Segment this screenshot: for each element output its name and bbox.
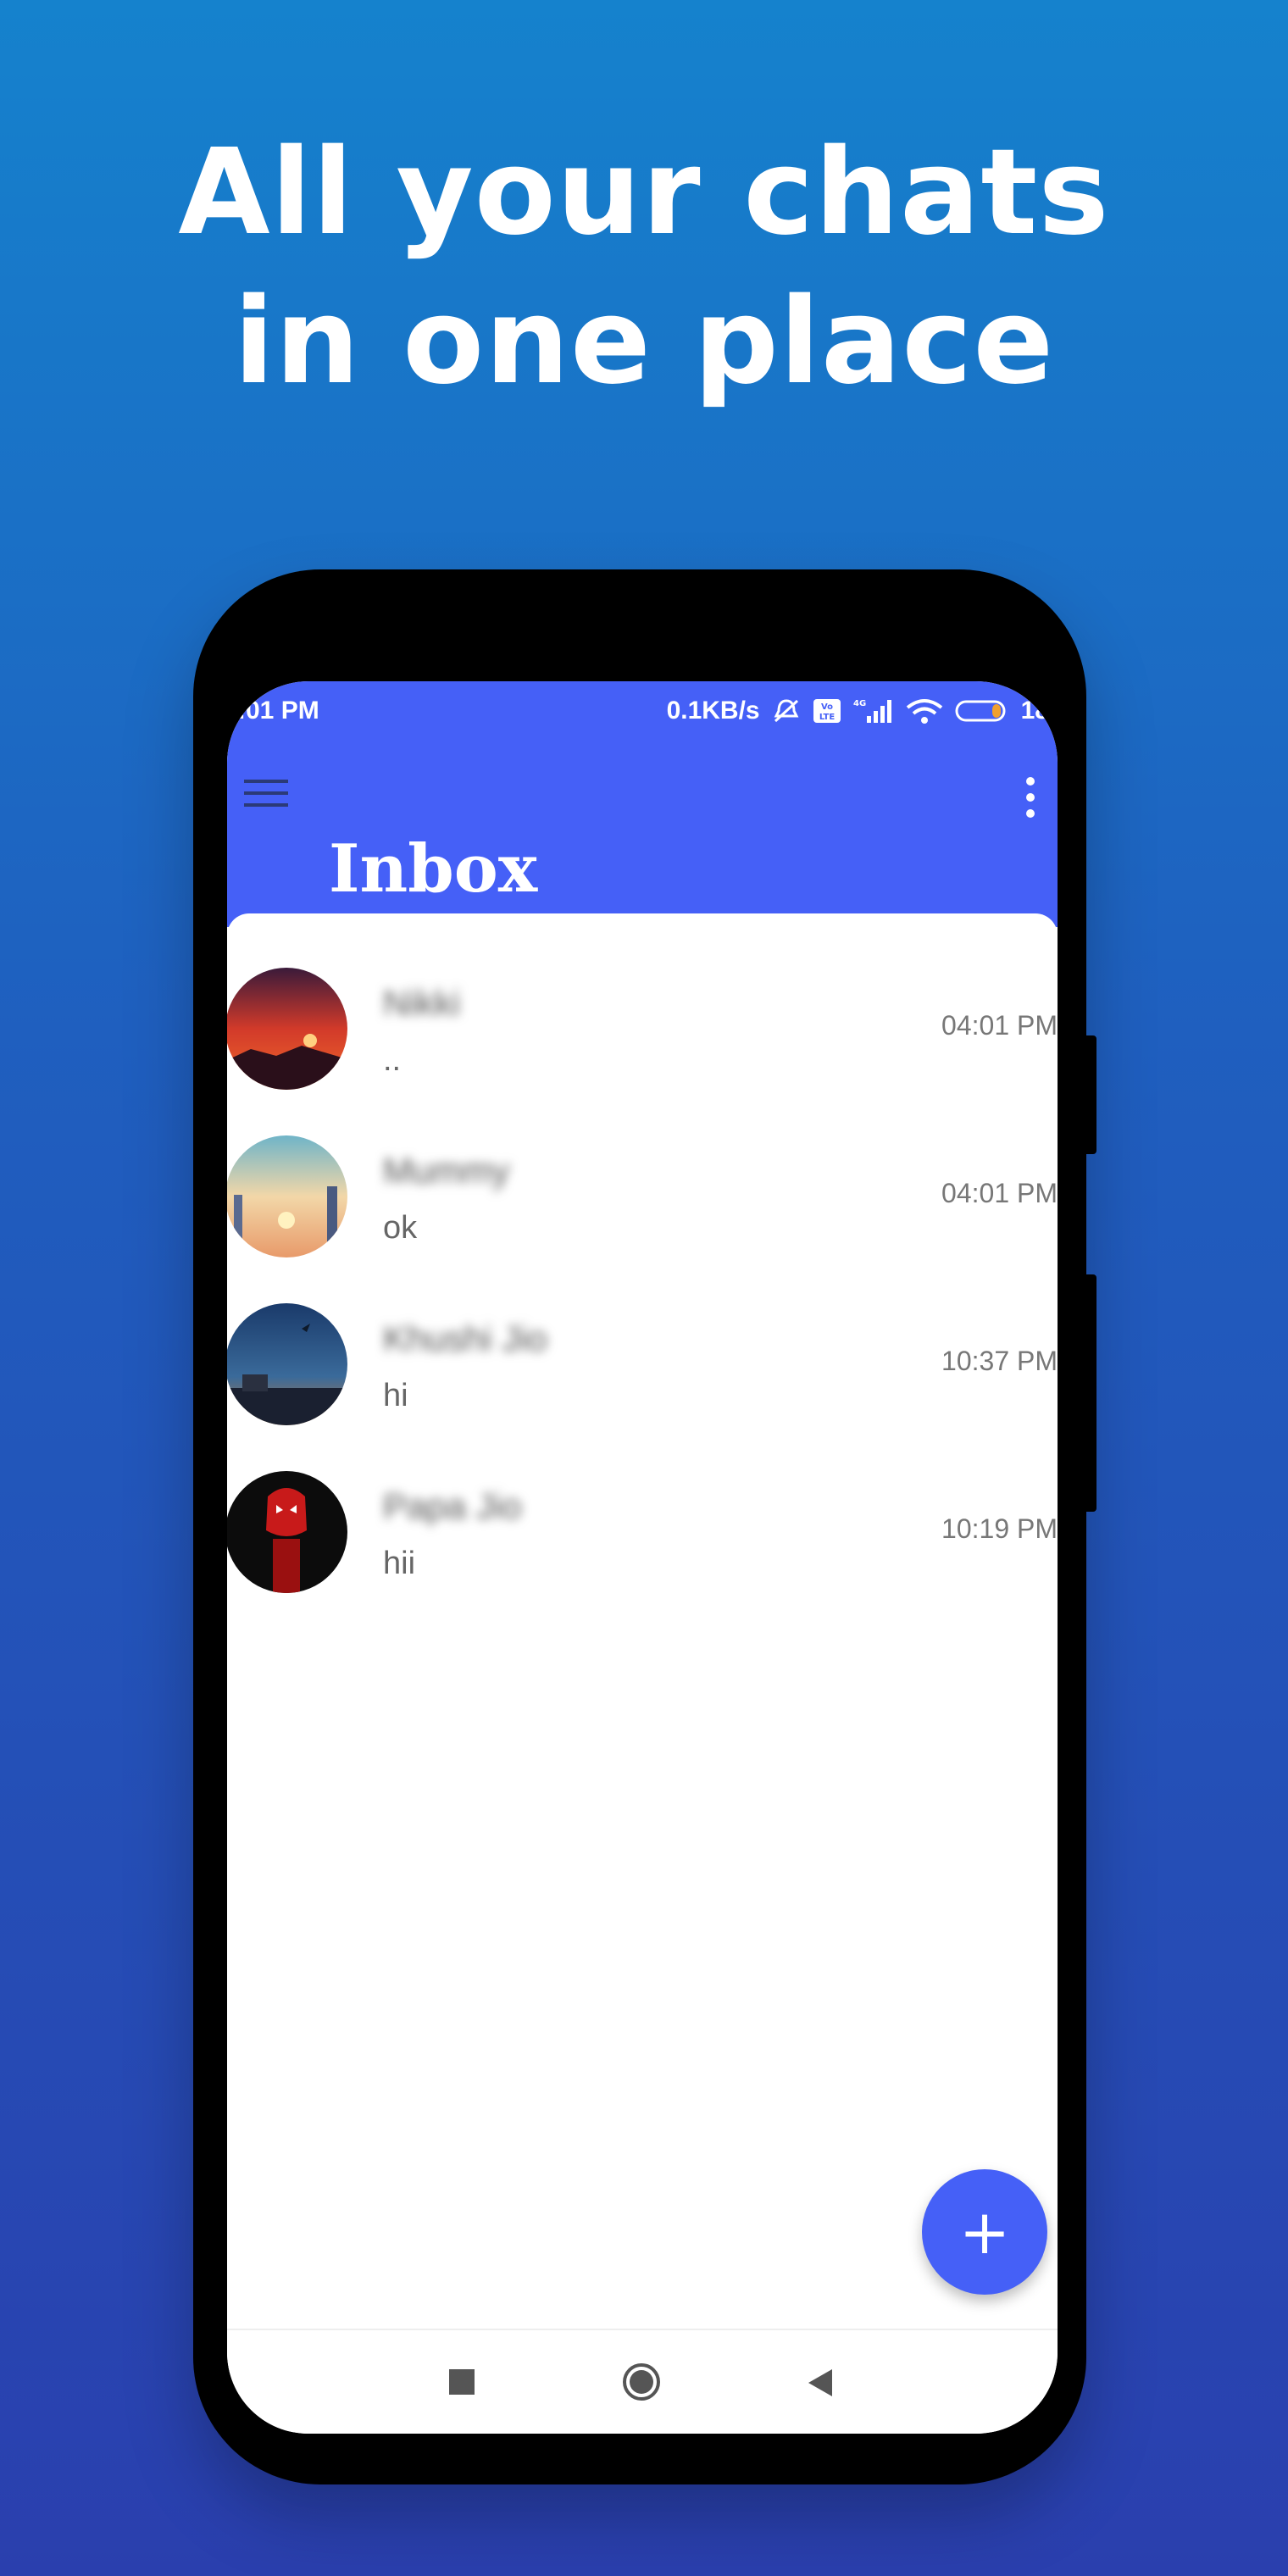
app-bar: :01 PM 0.1KB/s Vo LTE 4G 18 Inbox: [227, 681, 1058, 927]
chat-name: Papa Jio: [383, 1486, 522, 1526]
headline-line-2: in one place: [233, 273, 1055, 411]
chat-item-mummy[interactable]: Mummy ok 04:01 PM: [227, 1110, 1058, 1278]
headline: All your chats in one place: [0, 119, 1288, 417]
headline-line-1: All your chats: [178, 124, 1110, 262]
page-title: Inbox: [329, 830, 538, 908]
chat-last-message: hi: [383, 1378, 408, 1413]
volte-icon: Vo LTE: [813, 699, 841, 723]
svg-text:Vo: Vo: [821, 702, 833, 712]
square-icon[interactable]: [447, 2368, 476, 2396]
svg-text:LTE: LTE: [819, 713, 835, 722]
network-speed: 0.1KB/s: [666, 697, 760, 724]
chat-time: 04:01 PM: [941, 1178, 1058, 1208]
status-bar: :01 PM 0.1KB/s Vo LTE 4G 18: [227, 681, 1058, 741]
chat-name: Khushi Jio: [383, 1319, 547, 1358]
chat-list: Nikki .. 04:01 PM Mummy ok 04:01 PM Khus…: [227, 913, 1058, 2312]
chat-last-message: ..: [383, 1042, 402, 1078]
phone-side-button: [1083, 1035, 1096, 1154]
chat-name: Nikki: [383, 983, 460, 1023]
system-nav-bar: [227, 2329, 1058, 2434]
phone-screen: :01 PM 0.1KB/s Vo LTE 4G 18 Inbox Nikki …: [227, 681, 1058, 2434]
chat-item-khushi[interactable]: Khushi Jio hi 10:37 PM: [227, 1278, 1058, 1446]
chat-item-papa[interactable]: Papa Jio hii 10:19 PM: [227, 1446, 1058, 1613]
new-chat-button[interactable]: +: [922, 2169, 1047, 2295]
more-vertical-icon[interactable]: [1022, 776, 1039, 819]
hamburger-menu-icon[interactable]: [244, 776, 288, 810]
avatar: [227, 1303, 347, 1425]
phone-volume-button: [1083, 1274, 1096, 1512]
avatar: [227, 1135, 347, 1257]
wifi-icon: [906, 699, 942, 724]
svg-text:4G: 4G: [853, 699, 866, 708]
sunset-avatar-image: [227, 968, 347, 1090]
status-time: :01 PM: [237, 697, 319, 724]
status-icons: 0.1KB/s Vo LTE 4G 18: [667, 697, 1049, 725]
chat-item-nikki[interactable]: Nikki .. 04:01 PM: [227, 942, 1058, 1110]
pastel-sky-avatar-image: [227, 1135, 347, 1257]
avatar: [227, 1471, 347, 1593]
chat-name: Mummy: [383, 1151, 510, 1191]
chat-last-message: hii: [383, 1546, 416, 1581]
character-avatar-image: [227, 1471, 347, 1593]
battery-icon: [955, 700, 1006, 722]
battery-level: 18: [1020, 697, 1049, 724]
chat-time: 04:01 PM: [941, 1010, 1058, 1041]
avatar: [227, 968, 347, 1090]
mute-bell-icon: [774, 699, 799, 723]
chat-time: 10:37 PM: [941, 1346, 1058, 1376]
circle-home-icon[interactable]: [622, 2362, 661, 2401]
night-scene-avatar-image: [227, 1303, 347, 1425]
chat-last-message: ok: [383, 1210, 418, 1246]
chat-time: 10:19 PM: [941, 1513, 1058, 1544]
signal-icon: 4G: [853, 699, 891, 723]
triangle-back-icon[interactable]: [805, 2368, 836, 2398]
